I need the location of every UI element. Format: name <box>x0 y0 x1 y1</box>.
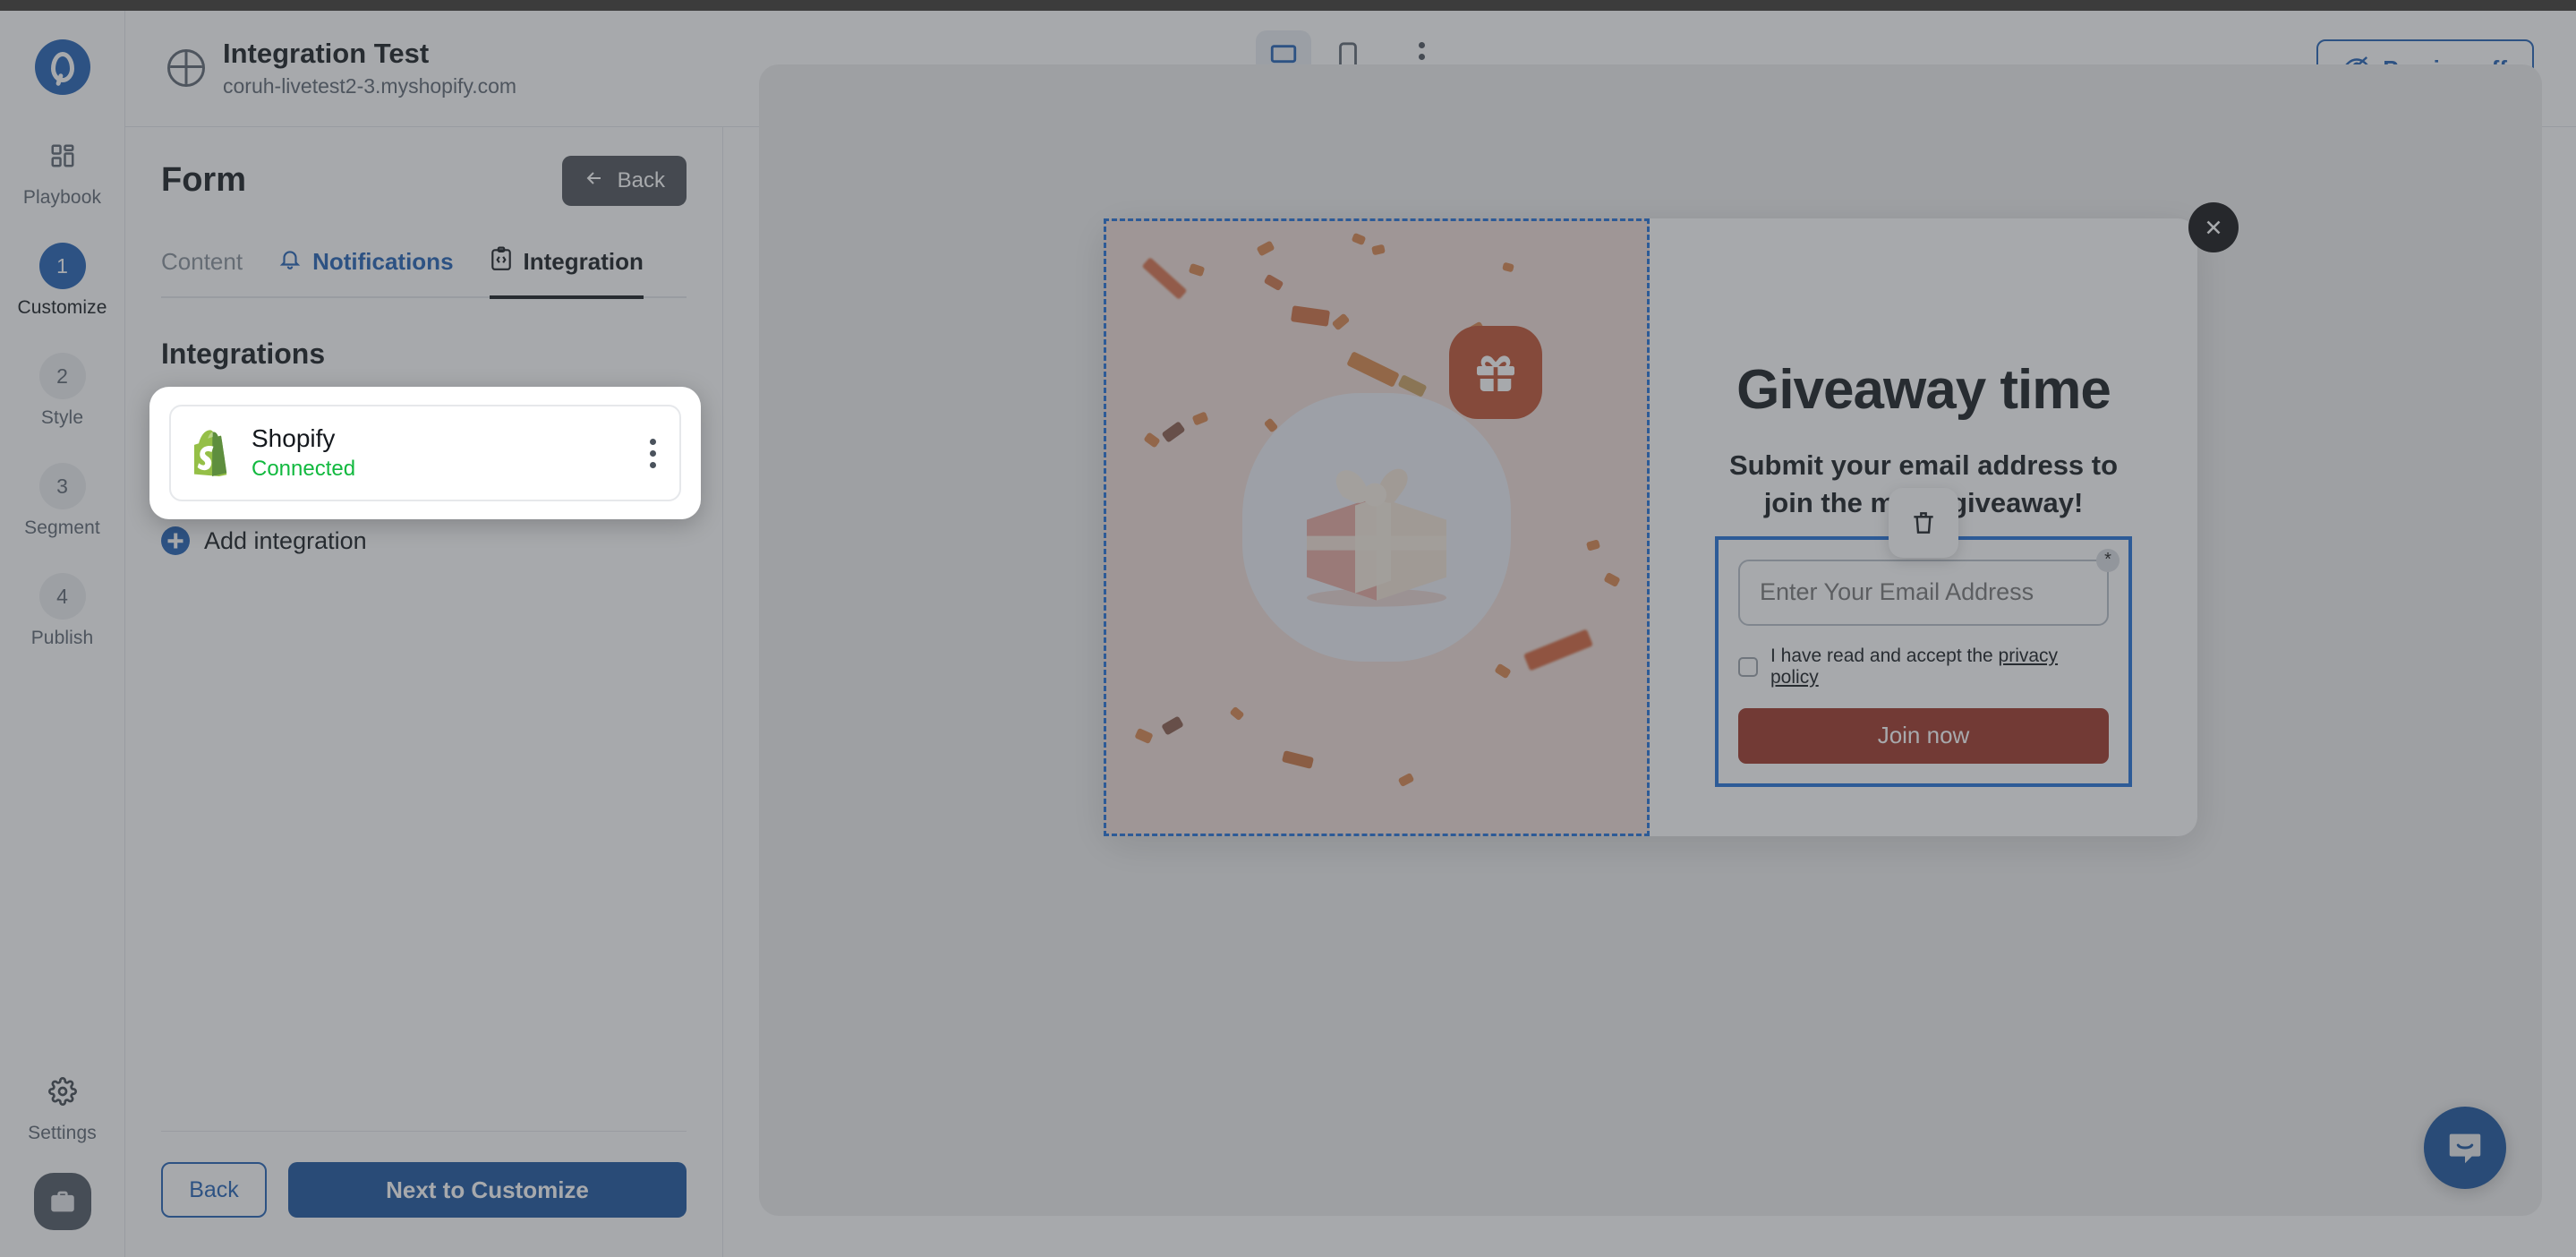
chat-bubble-icon[interactable] <box>2424 1107 2506 1189</box>
consent-checkbox[interactable] <box>1738 656 1758 677</box>
rail-step-list: Playbook 1 Customize 2 Style 3 Segment 4… <box>0 133 124 683</box>
rail-bottom-group: Settings <box>0 1068 124 1257</box>
step-badge-2: 2 <box>38 353 86 399</box>
tab-notifications-label: Notifications <box>312 248 454 275</box>
sidebar-item-playbook[interactable]: Playbook <box>0 133 124 209</box>
sidebar-item-segment[interactable]: 3 Segment <box>0 463 124 539</box>
editor-panel: Form Back Content Notifications Integrat… <box>125 127 723 1257</box>
briefcase-icon[interactable] <box>33 1173 91 1230</box>
email-field[interactable] <box>1738 559 2109 626</box>
app-base: Playbook 1 Customize 2 Style 3 Segment 4… <box>0 11 2576 1257</box>
email-field-wrap: * <box>1738 548 2120 626</box>
browser-chrome-strip <box>0 0 2576 11</box>
sidebar-item-style[interactable]: 2 Style <box>0 353 124 429</box>
globe-icon <box>167 48 205 87</box>
step-badge-1: 1 <box>38 243 86 289</box>
image-selection-outline <box>1104 218 1650 836</box>
status-badge: Connected <box>252 457 356 481</box>
app-root: Playbook 1 Customize 2 Style 3 Segment 4… <box>0 0 2576 1257</box>
sidebar-item-publish[interactable]: 4 Publish <box>0 573 124 649</box>
consent-row: I have read and accept the privacy polic… <box>1738 646 2109 688</box>
sidebar-item-customize[interactable]: 1 Customize <box>0 243 124 319</box>
section-title: Integrations <box>161 338 326 370</box>
preview-canvas: Giveaway time Submit your email address … <box>759 64 2542 1216</box>
site-domain: coruh-livetest2-3.myshopify.com <box>223 73 517 98</box>
close-icon[interactable] <box>2188 202 2239 252</box>
step-badge-3: 3 <box>38 463 86 509</box>
back-button[interactable]: Back <box>161 1162 267 1218</box>
popup-heading: Giveaway time <box>1736 359 2111 421</box>
back-button-label: Back <box>617 168 665 192</box>
sidebar-item-label: Style <box>40 407 84 428</box>
left-nav-rail: Playbook 1 Customize 2 Style 3 Segment 4… <box>0 11 125 1257</box>
panel-header: Form Back <box>125 127 722 206</box>
integration-options-icon[interactable] <box>650 438 656 468</box>
add-integration-label: Add integration <box>204 526 367 554</box>
integration-text-group: Shopify Connected <box>252 424 355 482</box>
shopify-logo <box>193 430 232 476</box>
code-clipboard-icon <box>490 246 513 278</box>
integration-name: Shopify <box>252 424 336 452</box>
panel-tabs: Content Notifications Integration <box>161 246 687 299</box>
arrow-left-icon <box>584 167 605 195</box>
grid-icon <box>39 133 86 179</box>
next-to-customize-button[interactable]: Next to Customize <box>288 1162 687 1218</box>
tab-integration[interactable]: Integration <box>489 246 644 299</box>
step-badge-4: 4 <box>38 573 86 620</box>
back-button-top[interactable]: Back <box>561 156 687 206</box>
sidebar-item-label: Segment <box>24 517 100 538</box>
tab-notifications[interactable]: Notifications <box>278 246 454 299</box>
plus-icon <box>161 526 190 555</box>
panel-footer: Back Next to Customize <box>161 1131 687 1218</box>
sidebar-item-label: Publish <box>30 628 94 648</box>
form-fields-block[interactable]: * I have read and accept the privacy pol… <box>1715 487 2132 787</box>
sidebar-item-label: Customize <box>17 297 107 318</box>
sidebar-item-label: Playbook <box>22 187 102 208</box>
add-integration-button[interactable]: Add integration <box>161 526 722 555</box>
tab-integration-label: Integration <box>523 248 644 275</box>
trash-icon[interactable] <box>1889 487 1958 558</box>
integration-row[interactable]: Shopify Connected <box>169 405 681 501</box>
sidebar-item-label: Settings <box>28 1123 97 1143</box>
tab-content[interactable]: Content <box>161 246 243 299</box>
popup-preview: Giveaway time Submit your email address … <box>1104 202 2239 836</box>
join-now-button[interactable]: Join now <box>1738 707 2109 764</box>
popup-image-block[interactable] <box>1104 218 1650 836</box>
bell-icon <box>278 247 302 277</box>
gear-icon <box>39 1068 86 1115</box>
app-logo-icon[interactable] <box>34 39 90 95</box>
tab-content-label: Content <box>161 248 243 275</box>
consent-prefix: I have read and accept the <box>1770 645 1999 666</box>
required-marker: * <box>2096 548 2120 572</box>
page-title: Integration Test <box>223 38 430 69</box>
integration-card-spotlight: Shopify Connected <box>149 387 701 519</box>
popup-form-block: Giveaway time Submit your email address … <box>1650 202 2239 836</box>
consent-label: I have read and accept the privacy polic… <box>1770 646 2109 688</box>
sidebar-item-settings[interactable]: Settings <box>0 1068 124 1144</box>
site-identity: Integration Test coruh-livetest2-3.mysho… <box>167 38 516 98</box>
